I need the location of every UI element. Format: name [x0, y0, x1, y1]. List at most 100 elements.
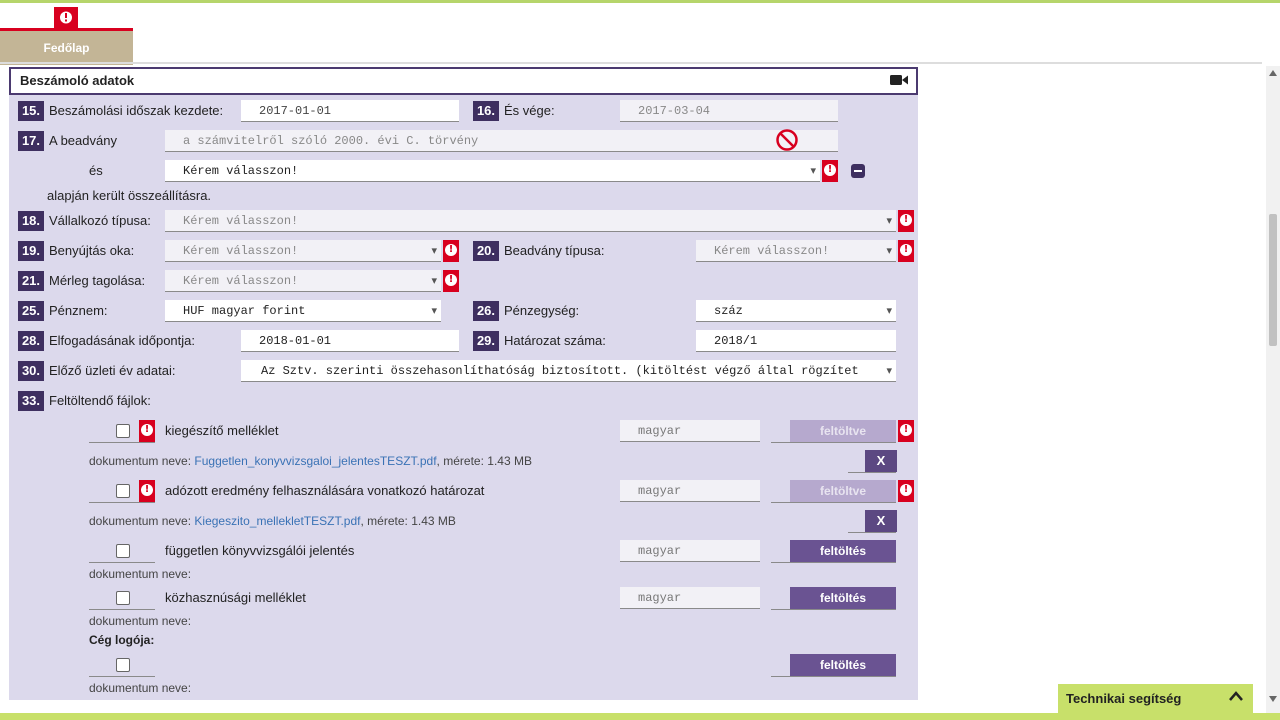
- balance-structure-label: Mérleg tagolása:: [49, 273, 146, 288]
- period-end-label: És vége:: [504, 103, 555, 118]
- uploaded-button: feltöltve: [790, 420, 896, 442]
- header-divider: [0, 62, 1262, 64]
- row-number: 29.: [473, 331, 499, 351]
- document-name-label: dokumentum neve:: [89, 514, 192, 528]
- additional-law-select[interactable]: Kérem válasszon!: [165, 160, 820, 182]
- top-accent-line: [0, 0, 1280, 3]
- submission-reason-label: Benyújtás oka:: [49, 243, 135, 258]
- file-checkbox[interactable]: [89, 540, 155, 563]
- document-size: 1.43 MB: [487, 454, 532, 468]
- file-name-label: közhasznúsági melléklet: [165, 590, 306, 605]
- period-start-label: Beszámolási időszak kezdete:: [49, 103, 224, 118]
- previous-year-label: Előző üzleti év adatai:: [49, 363, 176, 378]
- tab-alert-icon: [54, 7, 78, 28]
- currency-label: Pénznem:: [49, 303, 108, 318]
- and-label: és: [89, 163, 103, 178]
- row-number: 26.: [473, 301, 499, 321]
- period-start-input[interactable]: 2017-01-01: [241, 100, 459, 122]
- currency-select[interactable]: HUF magyar forint: [165, 300, 441, 322]
- balance-structure-select[interactable]: Kérem válasszon!: [165, 270, 441, 292]
- beszamolo-panel: Beszámoló adatok 15. Beszámolási időszak…: [9, 67, 918, 700]
- submission-type-label: Beadvány típusa:: [504, 243, 605, 258]
- submission-reason-select[interactable]: Kérem válasszon!: [165, 240, 441, 262]
- document-link[interactable]: Fuggetlen_konyvvizsgaloi_jelentesTESZT.p…: [194, 454, 436, 468]
- document-name-label: dokumentum neve:: [89, 567, 192, 581]
- submission-label: A beadvány: [49, 133, 117, 148]
- document-size-label: mérete:: [443, 454, 484, 468]
- previous-year-select[interactable]: Az Sztv. szerinti összehasonlíthatóság b…: [241, 360, 896, 382]
- alert-icon: !: [822, 160, 838, 182]
- row-number: 15.: [18, 101, 44, 121]
- row-number: 19.: [18, 241, 44, 261]
- file-language-field: magyar: [620, 587, 760, 609]
- upload-button[interactable]: feltöltés: [790, 540, 896, 562]
- row-number: 21.: [18, 271, 44, 291]
- acceptance-date-input[interactable]: 2018-01-01: [241, 330, 459, 352]
- vertical-scrollbar[interactable]: [1266, 66, 1280, 714]
- document-size-label: mérete:: [367, 514, 408, 528]
- scroll-up-icon[interactable]: [1269, 70, 1277, 76]
- acceptance-date-label: Elfogadásának időpontja:: [49, 333, 196, 348]
- row-number: 16.: [473, 101, 499, 121]
- file-name-label: független könyvvizsgálói jelentés: [165, 543, 355, 558]
- row-number: 17.: [18, 131, 44, 151]
- uploaded-button: feltöltve: [790, 480, 896, 502]
- law-basis-field: a számvitelről szóló 2000. évi C. törvén…: [165, 130, 838, 152]
- row-number: 28.: [18, 331, 44, 351]
- period-end-input: 2017-03-04: [620, 100, 838, 122]
- alert-icon: !: [139, 480, 155, 502]
- resolution-number-input[interactable]: 2018/1: [696, 330, 896, 352]
- submission-type-select[interactable]: Kérem válasszon!: [696, 240, 896, 262]
- alert-icon: !: [898, 210, 914, 232]
- alert-icon: !: [443, 240, 459, 262]
- upload-button[interactable]: feltöltés: [790, 587, 896, 609]
- no-entry-icon: [776, 129, 798, 151]
- row-number: 25.: [18, 301, 44, 321]
- file-language-field: magyar: [620, 480, 760, 502]
- company-logo-title: Cég logója:: [89, 633, 155, 647]
- video-camera-icon[interactable]: [890, 73, 908, 87]
- chevron-up-icon: [1229, 691, 1243, 701]
- remove-file-button[interactable]: X: [865, 450, 897, 472]
- scrollbar-thumb[interactable]: [1269, 214, 1277, 346]
- document-name-label: dokumentum neve:: [89, 681, 192, 695]
- document-link[interactable]: Kiegeszito_mellekletTESZT.pdf: [194, 514, 360, 528]
- document-info: dokumentum neve: Fuggetlen_konyvvizsgalo…: [89, 454, 532, 468]
- file-name-label: adózott eredmény felhasználására vonatko…: [165, 483, 485, 498]
- row-number: 33.: [18, 391, 44, 411]
- remove-file-button[interactable]: X: [865, 510, 897, 532]
- entrepreneur-type-label: Vállalkozó típusa:: [49, 213, 151, 228]
- alert-icon: !: [898, 240, 914, 262]
- document-info: dokumentum neve: Kiegeszito_mellekletTES…: [89, 514, 456, 528]
- logo-upload-button[interactable]: feltöltés: [790, 654, 896, 676]
- file-name-label: kiegészítő melléklet: [165, 423, 279, 438]
- row-number: 30.: [18, 361, 44, 381]
- entrepreneur-type-select[interactable]: Kérem válasszon!: [165, 210, 896, 232]
- compiled-basis-text: alapján került összeállításra.: [47, 188, 212, 203]
- document-size: 1.43 MB: [411, 514, 456, 528]
- alert-icon: !: [898, 480, 914, 502]
- technical-help-label: Technikai segítség: [1066, 691, 1182, 706]
- files-label: Feltöltendő fájlok:: [49, 393, 151, 408]
- currency-unit-label: Pénzegység:: [504, 303, 580, 318]
- document-name-label: dokumentum neve:: [89, 614, 192, 628]
- panel-title: Beszámoló adatok: [20, 73, 135, 88]
- file-language-field: magyar: [620, 420, 760, 442]
- file-checkbox[interactable]: [89, 587, 155, 610]
- row-number: 18.: [18, 211, 44, 231]
- technical-help-button[interactable]: Technikai segítség: [1058, 684, 1253, 714]
- resolution-number-label: Határozat száma:: [504, 333, 606, 348]
- tab-fedolap[interactable]: Fedőlap: [0, 28, 133, 65]
- remove-row-button[interactable]: [851, 164, 865, 178]
- currency-unit-select[interactable]: száz: [696, 300, 896, 322]
- panel-header: Beszámoló adatok: [9, 67, 918, 95]
- document-name-label: dokumentum neve:: [89, 454, 192, 468]
- file-language-field: magyar: [620, 540, 760, 562]
- logo-checkbox[interactable]: [89, 654, 155, 677]
- row-number: 20.: [473, 241, 499, 261]
- alert-icon: !: [898, 420, 914, 442]
- alert-icon: !: [139, 420, 155, 442]
- scroll-down-icon[interactable]: [1269, 696, 1277, 702]
- alert-icon: !: [443, 270, 459, 292]
- bottom-accent-line: [0, 713, 1280, 720]
